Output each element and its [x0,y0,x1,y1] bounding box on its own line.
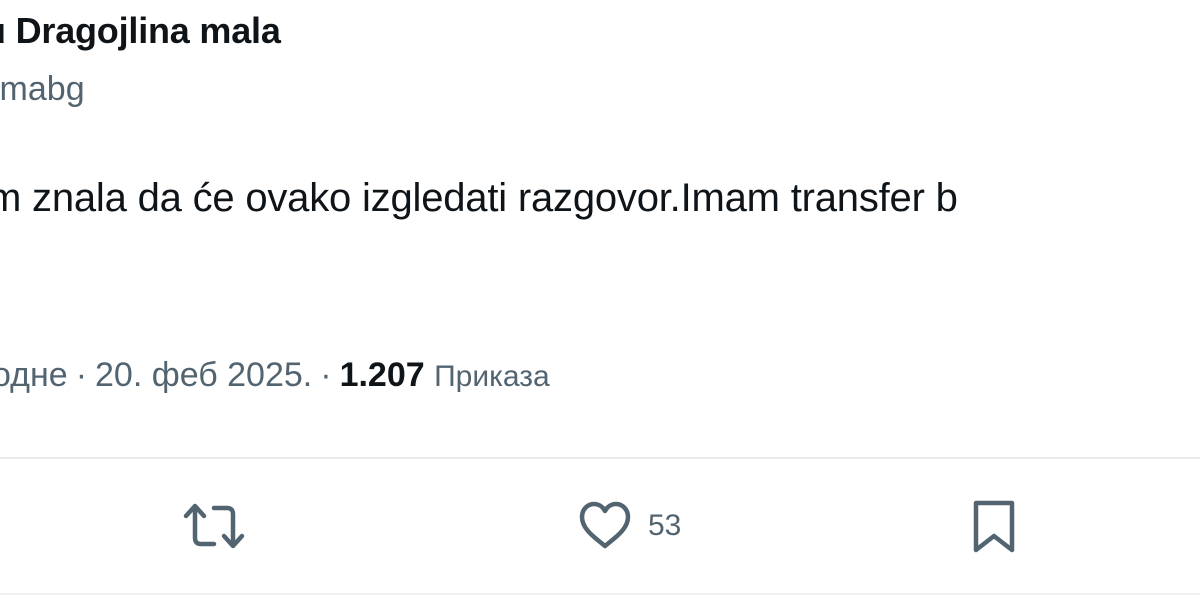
bookmark-icon [970,498,1018,556]
author-display-name[interactable]: u Dragojlina mala [0,10,281,52]
author-handle[interactable]: lmabg [0,70,85,109]
views-count: 1.207 [339,356,425,394]
divider [0,457,1200,459]
meta-separator: · [320,356,332,394]
tweet-card: u Dragojlina mala lmabg m znala da će ov… [0,0,1200,600]
meta-separator: · [75,356,88,394]
bookmark-button[interactable] [970,498,1018,556]
retweet-icon [182,500,246,552]
divider [0,593,1200,595]
tweet-time[interactable]: одне [0,356,68,394]
tweet-text: m znala da će ovako izgledati razgovor.I… [0,176,958,220]
retweet-button[interactable] [182,500,246,552]
views-label: Приказа [434,360,550,393]
like-count: 53 [648,509,682,542]
tweet-date[interactable]: 20. феб 2025. [95,356,312,394]
tweet-meta: одне · 20. феб 2025. · 1.207 Приказа [0,356,550,395]
like-button[interactable]: 53 [578,500,681,552]
heart-icon [578,500,632,552]
